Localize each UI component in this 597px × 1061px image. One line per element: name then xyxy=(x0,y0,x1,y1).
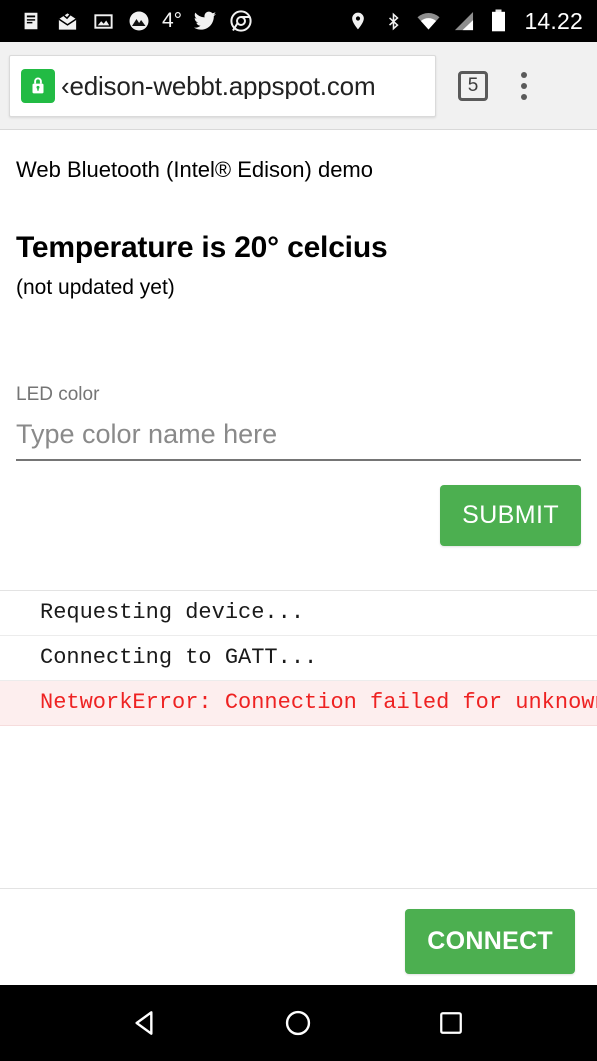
back-triangle-icon[interactable] xyxy=(111,993,181,1053)
menu-dot xyxy=(521,93,527,100)
status-bar-notifications: 4° xyxy=(8,8,345,34)
recents-square-icon[interactable] xyxy=(416,993,486,1053)
news-icon xyxy=(18,8,44,34)
page-title: Web Bluetooth (Intel® Edison) demo xyxy=(16,157,373,182)
android-nav-bar xyxy=(0,985,597,1061)
wifi-icon xyxy=(415,8,441,34)
temperature-status: (not updated yet) xyxy=(16,275,175,299)
connect-bar: CONNECT xyxy=(0,887,597,985)
twitter-bird-icon xyxy=(192,8,218,34)
tab-switcher-button[interactable]: 5 xyxy=(458,70,488,101)
temperature-heading: Temperature is 20° celcius xyxy=(16,231,388,265)
submit-row: SUBMIT xyxy=(16,484,581,546)
home-circle-icon[interactable] xyxy=(263,993,333,1053)
led-color-input[interactable] xyxy=(16,412,581,461)
photo-icon xyxy=(90,8,116,34)
log-output: Requesting device... Connecting to GATT.… xyxy=(0,589,597,888)
browser-toolbar: ‹edison-webbt.appspot.com 5 xyxy=(0,42,597,130)
submit-button[interactable]: SUBMIT xyxy=(440,484,581,546)
connect-button[interactable]: CONNECT xyxy=(405,908,575,974)
tab-count-label: 5 xyxy=(467,74,479,96)
web-page: Web Bluetooth (Intel® Edison) demo Tempe… xyxy=(0,130,597,985)
url-bar[interactable]: ‹edison-webbt.appspot.com xyxy=(9,54,436,117)
battery-icon xyxy=(485,8,511,34)
log-line: Requesting device... xyxy=(0,591,597,636)
status-clock: 14.22 xyxy=(524,7,583,34)
menu-dot xyxy=(521,82,527,89)
page-content: Web Bluetooth (Intel® Edison) demo Tempe… xyxy=(0,130,597,546)
cell-signal-icon xyxy=(450,8,476,34)
location-pin-icon xyxy=(345,8,371,34)
log-line: Connecting to GATT... xyxy=(0,636,597,681)
led-color-label: LED color xyxy=(16,384,100,406)
overflow-menu-icon[interactable] xyxy=(506,66,542,106)
log-empty-space xyxy=(0,726,597,888)
bluetooth-icon xyxy=(380,8,406,34)
menu-dot xyxy=(521,71,527,78)
status-temperature: 4° xyxy=(162,9,183,32)
weather-icon xyxy=(126,8,152,34)
led-color-field-group: LED color xyxy=(16,384,581,461)
phone-screen: 4° 14.22 ‹edison-webbt.appspot.com 5 Web… xyxy=(0,0,597,1061)
chrome-icon xyxy=(228,8,254,34)
mail-open-icon xyxy=(54,8,80,34)
url-text: ‹edison-webbt.appspot.com xyxy=(61,72,376,99)
log-line-error: NetworkError: Connection failed for unkn… xyxy=(0,680,597,726)
status-bar-system-icons: 14.22 xyxy=(345,8,583,35)
status-bar: 4° 14.22 xyxy=(0,0,597,42)
secure-lock-icon[interactable] xyxy=(21,68,55,103)
